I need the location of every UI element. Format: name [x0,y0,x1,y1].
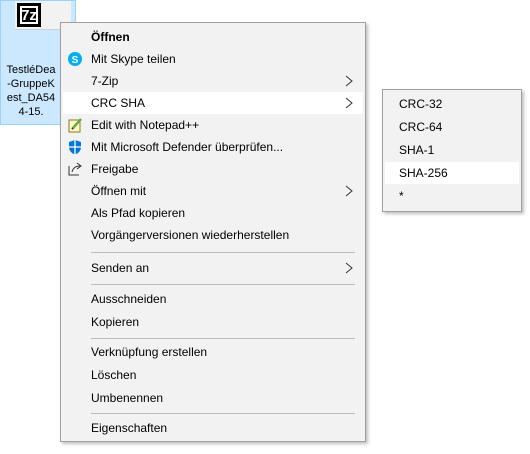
submenu-item-label: SHA-1 [399,143,435,157]
notepad-plus-plus-icon [68,118,82,133]
svg-text:S: S [72,55,79,66]
submenu-item-crc64[interactable]: CRC-64 [385,116,519,138]
menu-item-label: 7-Zip [91,74,119,88]
menu-separator [91,284,355,285]
context-menu: Öffnen S Mit Skype teilen 7-Zip CRC SHA … [60,22,366,442]
menu-item-vorgaengerversionen[interactable]: Vorgängerversionen wiederherstellen [63,224,363,246]
menu-separator [91,252,355,253]
menu-item-loeschen[interactable]: Löschen [63,364,363,386]
submenu-item-label: * [399,189,404,203]
submenu-item-label: SHA-256 [399,166,448,180]
submenu-item-all[interactable]: * [385,185,519,207]
menu-separator [91,413,355,414]
menu-item-label: Vorgängerversionen wiederherstellen [91,228,290,242]
submenu-item-label: CRC-32 [399,97,443,111]
menu-item-als-pfad-kopieren[interactable]: Als Pfad kopieren [63,202,363,224]
chevron-right-icon [345,185,353,197]
menu-item-label: Öffnen mit [91,184,147,198]
menu-item-label: Mit Skype teilen [91,52,176,66]
menu-item-label: Freigabe [91,162,139,176]
submenu-item-sha1[interactable]: SHA-1 [385,139,519,161]
menu-item-oeffnen[interactable]: Öffnen [63,26,363,48]
menu-item-umbenennen[interactable]: Umbenennen [63,387,363,409]
menu-item-ausschneiden[interactable]: Ausschneiden [63,288,363,310]
menu-item-7zip[interactable]: 7-Zip [63,70,363,92]
menu-item-label: Mit Microsoft Defender überprüfen... [91,140,284,154]
menu-item-label: Umbenennen [91,391,164,405]
skype-icon: S [68,52,82,66]
share-icon [68,162,82,176]
file-name-label: TestléDea -GruppeK est_DA54 4-15. [6,64,56,118]
chevron-right-icon [345,97,353,109]
menu-item-label: Eigenschaften [91,421,168,435]
menu-item-label: Ausschneiden [91,292,167,306]
menu-item-label: Öffnen [91,30,130,44]
menu-item-kopieren[interactable]: Kopieren [63,311,363,333]
menu-item-label: CRC SHA [91,96,146,110]
menu-item-skype[interactable]: S Mit Skype teilen [63,48,363,70]
menu-item-defender[interactable]: Mit Microsoft Defender überprüfen... [63,136,363,158]
menu-item-freigabe[interactable]: Freigabe [63,158,363,180]
defender-shield-icon [69,140,81,155]
menu-item-oeffnen-mit[interactable]: Öffnen mit [63,180,363,202]
submenu-item-crc32[interactable]: CRC-32 [385,93,519,115]
crc-sha-submenu: CRC-32 CRC-64 SHA-1 SHA-256 * [382,89,522,212]
menu-item-eigenschaften[interactable]: Eigenschaften [63,417,363,439]
menu-separator [91,338,355,339]
menu-item-label: Edit with Notepad++ [91,118,200,132]
menu-item-senden-an[interactable]: Senden an [63,257,363,279]
menu-item-verknuepfung-erstellen[interactable]: Verknüpfung erstellen [63,341,363,363]
menu-item-label: Als Pfad kopieren [91,206,186,220]
menu-item-label: Senden an [91,261,150,275]
menu-item-label: Kopieren [91,315,140,329]
submenu-item-label: CRC-64 [399,120,443,134]
submenu-item-sha256[interactable]: SHA-256 [385,162,519,184]
menu-item-label: Verknüpfung erstellen [91,345,208,359]
menu-item-crc-sha[interactable]: CRC SHA [63,92,363,114]
chevron-right-icon [345,75,353,87]
menu-item-label: Löschen [91,368,137,382]
menu-item-notepad-plus-plus[interactable]: Edit with Notepad++ [63,114,363,136]
chevron-right-icon [345,262,353,274]
7z-logo-icon: 7z [17,3,41,27]
